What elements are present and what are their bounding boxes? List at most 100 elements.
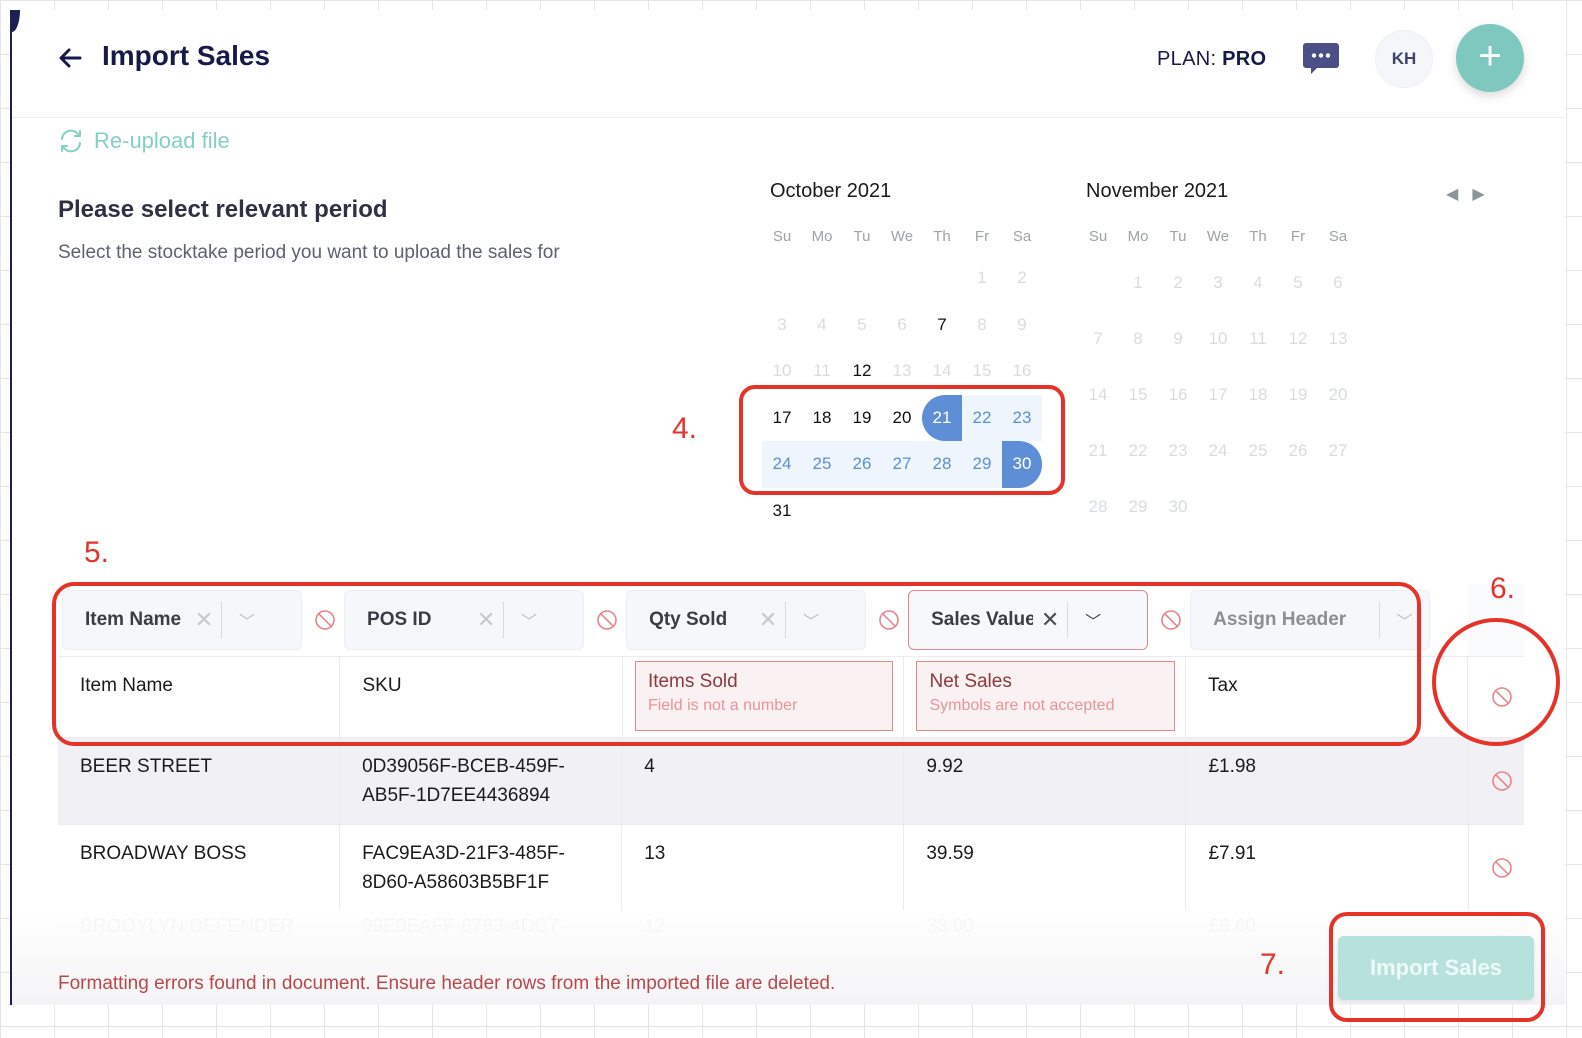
calendar-day-6[interactable]: 6 (882, 302, 922, 349)
table-row: BEER STREET 0D39056F-BCEB-459F-AB5F-1D7EE… (58, 737, 1524, 824)
calendar-blank (842, 255, 882, 302)
row-action-cell (1468, 738, 1524, 824)
weekday-label: Sa (1012, 228, 1032, 245)
weekday-label: Tu (853, 228, 871, 245)
calendar-day-3[interactable]: 3 (762, 302, 802, 349)
calendar-day-14[interactable]: 14 (1078, 367, 1118, 423)
calendar-day-4[interactable]: 4 (1238, 255, 1278, 311)
weekday-label: Sa (1328, 228, 1348, 245)
calendar-day-20[interactable]: 20 (1318, 367, 1358, 423)
prev-month-icon[interactable]: ◀ (1446, 184, 1458, 204)
weekday-label: Fr (974, 228, 990, 245)
plus-icon: + (1478, 34, 1502, 78)
calendar-day-6[interactable]: 6 (1318, 255, 1358, 311)
annotation-label-4: 4. (672, 412, 698, 445)
calendar-day-27[interactable]: 27 (1318, 423, 1358, 479)
plan-indicator: PLAN: PRO (1157, 48, 1266, 71)
calendar-day-8[interactable]: 8 (962, 302, 1002, 349)
calendar-day-8[interactable]: 8 (1118, 311, 1158, 367)
calendar-day-21[interactable]: 21 (1078, 423, 1118, 479)
weekday-label: Mo (811, 228, 833, 245)
next-month-icon[interactable]: ▶ (1472, 184, 1484, 204)
calendar-day-4[interactable]: 4 (802, 302, 842, 349)
calendar-day-3[interactable]: 3 (1198, 255, 1238, 311)
reupload-file-link[interactable]: Re-upload file (58, 128, 230, 154)
annotation-box-5 (52, 582, 1421, 746)
calendar-day-29[interactable]: 29 (1118, 479, 1158, 535)
table-cell: £1.98 (1186, 738, 1469, 824)
period-title: Please select relevant period (58, 196, 388, 223)
calendar-blank (762, 255, 802, 302)
ignore-row-icon[interactable] (1491, 770, 1513, 792)
plan-value: PRO (1222, 48, 1267, 70)
row-action-cell (1468, 825, 1524, 911)
table-cell: 9.92 (904, 738, 1187, 824)
weekday-label: We (890, 228, 914, 245)
weekday-label: Tu (1169, 228, 1187, 245)
calendar-day-25[interactable]: 25 (1238, 423, 1278, 479)
calendar-day-10[interactable]: 10 (1198, 311, 1238, 367)
chat-icon[interactable] (1302, 40, 1340, 78)
day-grid: 1 2 3 4 5 6 7 8 9 10 11 12 13 14 15 16 17 18 19 20 21 22 23 24 2… (1078, 255, 1378, 535)
weekday-header: Su Mo Tu We Th Fr Sa (1078, 228, 1378, 245)
table-cell: 13 (622, 825, 905, 911)
weekday-label: Fr (1290, 228, 1306, 245)
calendar-day-26[interactable]: 26 (1278, 423, 1318, 479)
weekday-label: Su (1088, 228, 1108, 245)
calendar-day-17[interactable]: 17 (1198, 367, 1238, 423)
calendar-month-title: November 2021 (1086, 180, 1229, 202)
calendar-day-22[interactable]: 22 (1118, 423, 1158, 479)
annotation-label-5: 5. (84, 536, 110, 569)
weekday-header: Su Mo Tu We Th Fr Sa (762, 228, 1062, 245)
calendar-day-9[interactable]: 9 (1158, 311, 1198, 367)
calendar-day-7[interactable]: 7 (922, 302, 962, 349)
annotation-box-7 (1329, 912, 1545, 1022)
calendar-day-23[interactable]: 23 (1158, 423, 1198, 479)
calendar-day-7[interactable]: 7 (1078, 311, 1118, 367)
table-cell: 4 (622, 738, 905, 824)
calendar-day-16[interactable]: 16 (1158, 367, 1198, 423)
refresh-icon (61, 129, 81, 153)
top-header: Import Sales PLAN: PRO KH + (12, 10, 1565, 118)
calendar-day-24[interactable]: 24 (1198, 423, 1238, 479)
calendar-day-1[interactable]: 1 (1118, 255, 1158, 311)
back-arrow-icon[interactable] (56, 44, 84, 72)
table-cell: FAC9EA3D-21F3-485F-8D60-A58603B5BF1F (340, 825, 623, 911)
calendar-day-19[interactable]: 19 (1278, 367, 1318, 423)
formatting-error-message: Formatting errors found in document. Ens… (58, 973, 836, 994)
calendar-day-28[interactable]: 28 (1078, 479, 1118, 535)
calendar-day-12[interactable]: 12 (1278, 311, 1318, 367)
table-row: BROADWAY BOSS FAC9EA3D-21F3-485F-8D60-A58… (58, 824, 1524, 911)
calendar-day-2[interactable]: 2 (1002, 255, 1042, 302)
calendar-day-2[interactable]: 2 (1158, 255, 1198, 311)
calendar-day-18[interactable]: 18 (1238, 367, 1278, 423)
calendar-day-15[interactable]: 15 (1118, 367, 1158, 423)
weekday-label: Th (1249, 228, 1267, 245)
calendar-day-13[interactable]: 13 (1318, 311, 1358, 367)
annotation-label-6: 6. (1490, 572, 1516, 605)
ignore-row-icon[interactable] (1491, 857, 1513, 879)
annotation-circle-6 (1432, 618, 1560, 746)
calendar-day-5[interactable]: 5 (842, 302, 882, 349)
calendar-day-5[interactable]: 5 (1278, 255, 1318, 311)
calendar-november: November 2021 Su Mo Tu We Th Fr Sa 1 2 3 4 5 6 7 8 9 10… (1078, 180, 1378, 535)
weekday-label: We (1206, 228, 1230, 245)
calendar-day-9[interactable]: 9 (1002, 302, 1042, 349)
calendar-day-1[interactable]: 1 (962, 255, 1002, 302)
table-cell: BEER STREET (58, 738, 341, 824)
annotation-box-4 (739, 385, 1065, 495)
weekday-label: Su (772, 228, 792, 245)
calendar-nav: ◀ ▶ (1446, 184, 1485, 204)
calendar-day-11[interactable]: 11 (1238, 311, 1278, 367)
add-button[interactable]: + (1456, 24, 1524, 92)
calendar-month-title: October 2021 (770, 180, 892, 202)
calendar-day-30[interactable]: 30 (1158, 479, 1198, 535)
table-cell: 0D39056F-BCEB-459F-AB5F-1D7EE4436894 (340, 738, 623, 824)
page-title: Import Sales (102, 40, 271, 71)
import-sales-page: Import Sales PLAN: PRO KH + Re-upload fi… (10, 10, 1565, 1005)
table-cell: BROADWAY BOSS (58, 825, 341, 911)
reupload-label: Re-upload file (94, 128, 230, 153)
calendar-blank (882, 255, 922, 302)
weekday-label: Mo (1127, 228, 1149, 245)
user-avatar[interactable]: KH (1375, 30, 1433, 88)
